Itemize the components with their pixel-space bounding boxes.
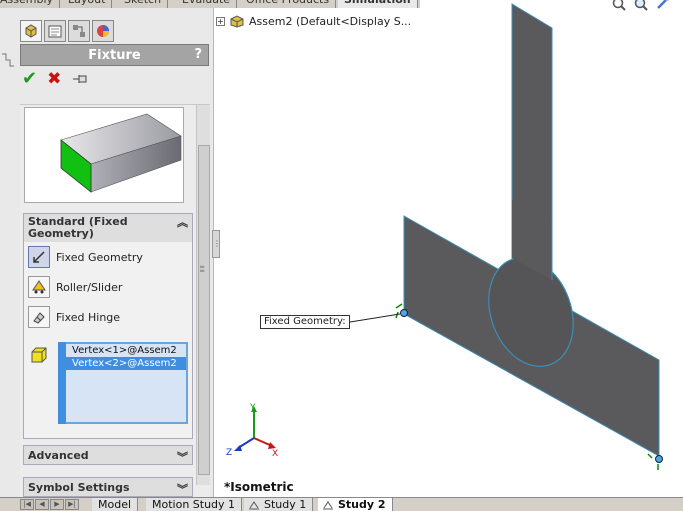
expand-chevron-icon[interactable]: ︾ (177, 449, 188, 465)
tab-model[interactable]: Model (92, 498, 139, 511)
triad-y-label: Y (249, 403, 256, 413)
symbol-settings-group-header[interactable]: Symbol Settings ︾ (23, 477, 193, 497)
property-manager-tab[interactable] (44, 20, 66, 42)
help-button[interactable]: ? (194, 47, 202, 62)
fixed-geometry-callout[interactable]: Fixed Geometry: (260, 315, 350, 329)
tab-office-products[interactable]: Office Products (240, 0, 337, 8)
panel-splitter-handle[interactable]: ⋮ (212, 230, 221, 258)
feature-tree-flyout: + Assem2 (Default<Display S... (216, 14, 411, 28)
scrollbar-thumb[interactable] (198, 145, 210, 475)
selection-box: Vertex<1>@Assem2 Vertex<2>@Assem2 (28, 342, 188, 424)
tab-study-2-label: Study 2 (338, 498, 386, 511)
triad-x-label: X (272, 449, 278, 459)
callout-leader (349, 313, 401, 323)
manager-tabs (20, 20, 114, 42)
scrollbar-grip-icon: ═ ═ (200, 263, 205, 275)
tab-study-2[interactable]: Study 2 (318, 498, 393, 511)
zoom-to-area-icon[interactable] (633, 0, 649, 12)
callout-tail (348, 316, 357, 328)
advanced-group-title: Advanced (28, 449, 89, 462)
pushpin-icon[interactable] (71, 72, 89, 86)
feature-manager-tab[interactable] (20, 20, 42, 42)
configuration-manager-icon (73, 25, 85, 37)
selection-item-selected[interactable]: Vertex<2>@Assem2 (60, 357, 186, 370)
study-icon (249, 501, 259, 510)
ok-button[interactable]: ✔ (22, 70, 37, 88)
callout-label: Fixed Geometry: (264, 316, 346, 327)
fixed-hinge-option[interactable]: Fixed Hinge (24, 302, 192, 332)
roller-slider-option[interactable]: Roller/Slider (24, 272, 192, 302)
fixture-preview (24, 107, 184, 203)
display-manager-tab[interactable] (92, 20, 114, 42)
selection-list-accent (58, 342, 66, 424)
zoom-to-fit-icon[interactable] (611, 0, 627, 12)
tab-assembly[interactable]: Assembly (0, 0, 61, 8)
previous-tab-icon[interactable]: ◀ (35, 499, 49, 510)
fixture-symbol-vertex-2[interactable] (647, 453, 663, 470)
expand-chevron-icon[interactable]: ︾ (177, 481, 188, 497)
last-tab-icon[interactable]: ▶| (65, 499, 79, 510)
property-manager-title: Fixture ? (20, 44, 209, 66)
property-manager-icon (48, 25, 62, 38)
tab-sketch[interactable]: Sketch (118, 0, 169, 8)
bottom-tab-bar: |◀ ◀ ▶ ▶| Model Motion Study 1 Study 1 S… (0, 497, 683, 511)
selection-list[interactable]: Vertex<1>@Assem2 Vertex<2>@Assem2 (58, 342, 188, 424)
feature-manager-icon (25, 24, 37, 38)
tab-nav-buttons: |◀ ◀ ▶ ▶| (20, 499, 79, 510)
assembly-icon (230, 15, 244, 28)
roller-slider-label: Roller/Slider (56, 280, 123, 294)
display-manager-icon (97, 25, 109, 37)
panel-title: Fixture (88, 47, 141, 63)
advanced-group-header[interactable]: Advanced ︾ (23, 445, 193, 465)
symbol-settings-title: Symbol Settings (28, 481, 130, 494)
view-toolbar (611, 0, 671, 12)
tab-layout[interactable]: Layout (62, 0, 113, 8)
study-icon (323, 501, 333, 510)
selection-item[interactable]: Vertex<1>@Assem2 (60, 344, 186, 357)
fixed-geometry-icon[interactable] (28, 246, 50, 268)
property-scroll-area: Standard (Fixed Geometry) ︽ Fixed Geomet… (20, 104, 210, 506)
tab-simulation[interactable]: Simulation (338, 0, 418, 8)
vertex-selection-icon (31, 347, 47, 363)
fixed-hinge-icon[interactable] (28, 306, 50, 328)
first-tab-icon[interactable]: |◀ (20, 499, 34, 510)
assembly-name[interactable]: Assem2 (Default<Display S... (249, 15, 411, 28)
standard-group: Standard (Fixed Geometry) ︽ Fixed Geomet… (23, 213, 193, 439)
tab-study-1[interactable]: Study 1 (244, 498, 314, 511)
tab-motion-study-1[interactable]: Motion Study 1 (146, 498, 243, 511)
next-tab-icon[interactable]: ▶ (50, 499, 64, 510)
fixed-hinge-label: Fixed Hinge (56, 310, 121, 324)
action-buttons: ✔ ✖ (22, 70, 89, 88)
sketch-strip-icon (2, 53, 14, 67)
previous-view-icon[interactable] (655, 0, 671, 12)
collapse-chevron-icon[interactable]: ︽ (177, 217, 188, 229)
view-orientation-label: *Isometric (224, 480, 294, 494)
standard-group-title: Standard (Fixed Geometry) (28, 215, 128, 240)
fixed-geometry-option[interactable]: Fixed Geometry (24, 242, 192, 272)
triad-z-label: Z (226, 448, 232, 458)
command-manager-tabs: Assembly Layout Sketch Evaluate Office P… (0, 0, 420, 8)
expand-tree-icon[interactable]: + (216, 16, 225, 26)
view-triad: Y X Z (226, 403, 278, 459)
fixed-geometry-label: Fixed Geometry (56, 250, 143, 264)
property-manager-panel: Fixture ? ✔ ✖ Standard (Fixed Geometry) … (0, 8, 214, 506)
panel-scrollbar[interactable]: ═ ═ (196, 105, 210, 485)
tab-study-1-label: Study 1 (264, 498, 307, 511)
tab-evaluate[interactable]: Evaluate (176, 0, 238, 8)
fixture-preview-part-icon (60, 113, 182, 193)
cancel-button[interactable]: ✖ (47, 70, 61, 88)
roller-slider-icon[interactable] (28, 276, 50, 298)
configuration-manager-tab[interactable] (68, 20, 90, 42)
standard-group-header[interactable]: Standard (Fixed Geometry) ︽ (24, 214, 192, 242)
